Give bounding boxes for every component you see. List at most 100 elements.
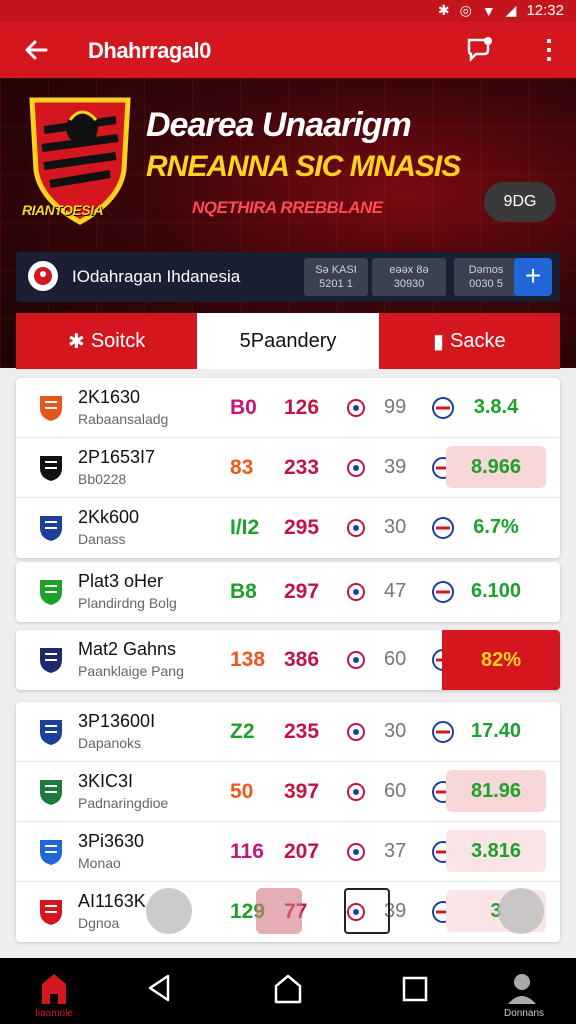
- form-icon: [347, 459, 365, 477]
- stat-primary: B0: [230, 396, 257, 419]
- standings-group: 2K1630 Rabaansaladg B0 126 99 3.8.4 2P1653I7 Bb…: [16, 378, 560, 558]
- triangle-back-icon: [148, 974, 170, 1002]
- percentage-badge: 81.96: [446, 770, 546, 812]
- form-icon: [347, 723, 365, 741]
- table-row[interactable]: 3Pi3630 Monao 116 207 37 3.816: [16, 822, 560, 882]
- person-icon: ✱: [68, 330, 85, 353]
- league-chip[interactable]: eəəx 8ə 30930: [372, 258, 446, 296]
- table-row[interactable]: 3P13600I Dapanoks Z2 235 30 17.40: [16, 702, 560, 762]
- wifi-icon: ▼: [481, 2, 496, 19]
- crest-caption: RIANTOESIA: [22, 202, 104, 218]
- league-chip[interactable]: Sə KASI 5201 1: [304, 258, 368, 296]
- team-subtitle: Monao: [78, 855, 121, 871]
- team-logo-icon: [40, 780, 62, 805]
- alarm-icon: ◎: [459, 2, 472, 18]
- league-chip-line1: eəəx 8ə: [389, 264, 429, 276]
- league-chip[interactable]: Dəmos 0030 5: [454, 258, 518, 296]
- team-name: 2K1630: [78, 387, 141, 407]
- percentage-badge: 3.8.4: [473, 396, 519, 418]
- nav-home-label: Iiaamole: [35, 1008, 73, 1019]
- stat-games: 47: [384, 580, 407, 602]
- league-selector[interactable]: IOdahragan Ihdanesia Sə KASI 5201 1 eəəx…: [16, 252, 560, 302]
- table-row[interactable]: 2P1653I7 Bb0228 83 233 39 8.966: [16, 438, 560, 498]
- stat-secondary: 235: [284, 720, 320, 743]
- table-row[interactable]: Plat3 oHer Plandirdng Bolg B8 297 47 6.100: [16, 562, 560, 622]
- percentage-badge: 82%: [442, 630, 560, 690]
- refresh-button[interactable]: [146, 888, 192, 934]
- nav-profile[interactable]: [502, 970, 546, 1010]
- stat-primary: B8: [230, 580, 257, 603]
- table-row[interactable]: Mat2 Gahns Paanklaige Pang 138 386 60 82%: [16, 630, 560, 690]
- add-button[interactable]: +: [514, 258, 552, 296]
- team-subtitle: Plandirdng Bolg: [78, 595, 177, 611]
- percentage-badge: 3.816: [446, 830, 546, 872]
- back-button[interactable]: [18, 32, 54, 68]
- status-bar: ✱ ◎ ▼ ◢ 12:32: [0, 0, 576, 22]
- schedule-button[interactable]: [344, 888, 390, 934]
- stats-button[interactable]: [256, 888, 302, 934]
- nav-home-system[interactable]: [268, 970, 312, 1010]
- back-arrow-icon: [25, 40, 48, 60]
- square-recents-icon: [402, 976, 428, 1002]
- team-name: 3KIC3I: [78, 771, 134, 791]
- stat-games: 60: [384, 780, 407, 802]
- stat-secondary: 386: [284, 648, 320, 671]
- nav-recents[interactable]: [394, 970, 438, 1010]
- team-subtitle: Rabaansaladg: [78, 411, 169, 427]
- profile-icon: [508, 974, 536, 1004]
- table-row[interactable]: 2Kk600 Danass I/I2 295 30 6.7%: [16, 498, 560, 558]
- status-time: 12:32: [526, 2, 564, 19]
- nav-home[interactable]: [34, 970, 78, 1010]
- team-name: Mat2 Gahns: [78, 639, 177, 659]
- team-name: 2P1653I7: [78, 447, 156, 467]
- app-bar: Dhahrragal0 ⋮: [0, 22, 576, 78]
- hero-badge-text: 9DG: [503, 193, 537, 210]
- team-logo-icon: [40, 580, 62, 605]
- table-row[interactable]: 3KIC3I Padnaringdioe 50 397 60 81.96: [16, 762, 560, 822]
- tab-stack[interactable]: ▮ Sacke: [378, 313, 560, 369]
- stat-secondary: 233: [284, 456, 320, 479]
- tab-stock[interactable]: ✱ Soitck: [16, 313, 198, 369]
- hero-tagline: NQETHIRA RREBBLANE: [192, 198, 383, 217]
- table-row[interactable]: 2K1630 Rabaansaladg B0 126 99 3.8.4: [16, 378, 560, 438]
- hero-badge[interactable]: 9DG: [484, 182, 556, 222]
- signal-icon: ◢: [505, 2, 517, 18]
- form-icon: [347, 583, 365, 601]
- form-icon: [347, 519, 365, 537]
- league-chip-line2: 0030 5: [469, 278, 503, 290]
- more-options-button[interactable]: ⋮: [536, 34, 562, 66]
- percentage-badge: 6.100: [470, 580, 522, 602]
- form-icon: [347, 783, 365, 801]
- chat-button[interactable]: [464, 34, 496, 66]
- tab-standings[interactable]: 5Paandery: [197, 313, 379, 369]
- nav-back[interactable]: [140, 970, 184, 1010]
- league-chip-line2: 5201 1: [319, 278, 353, 290]
- stat-secondary: 397: [284, 780, 320, 803]
- stat-games: 99: [384, 396, 407, 418]
- stat-primary: I/I2: [230, 516, 260, 539]
- percentage-badge: 6.7%: [473, 516, 519, 538]
- home-team-icon: [42, 974, 66, 1004]
- team-subtitle: Dapanoks: [78, 735, 142, 751]
- stat-games: 39: [384, 456, 407, 478]
- team-logo-icon: [40, 648, 62, 673]
- bottom-nav: Iiaamole Donnans: [0, 958, 576, 1024]
- stat-secondary: 126: [284, 396, 320, 419]
- form-icon: [347, 843, 365, 861]
- bluetooth-icon: ✱: [437, 2, 450, 18]
- stat-primary: 138: [230, 648, 266, 671]
- team-logo-icon: [40, 516, 62, 541]
- stat-games: 30: [384, 720, 407, 742]
- home-outline-icon: [274, 974, 302, 1004]
- stat-games: 30: [384, 516, 407, 538]
- hero-title: Dearea Unaarigm: [146, 106, 412, 144]
- stat-primary: 83: [230, 456, 254, 479]
- team-name: 3P13600I: [78, 711, 156, 731]
- league-name: IOdahragan Ihdanesia: [72, 267, 241, 286]
- league-chip-line1: Dəmos: [468, 264, 504, 276]
- stat-primary: Z2: [230, 720, 255, 743]
- settings-button[interactable]: [498, 888, 544, 934]
- team-logo-icon: [40, 456, 62, 481]
- stat-games: 37: [384, 840, 407, 862]
- percentage-badge: 8.966: [446, 446, 546, 488]
